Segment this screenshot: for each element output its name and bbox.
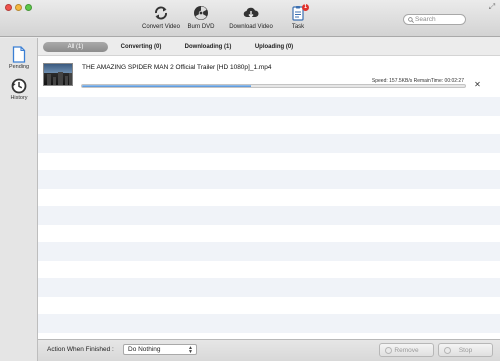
stop-button[interactable]: Stop <box>438 343 493 357</box>
search-placeholder: Search <box>415 16 436 23</box>
toolbar: ⤢ Convert Video Burn DVD Download Video … <box>0 0 500 37</box>
empty-row <box>38 314 500 333</box>
tab-converting[interactable]: Converting (0) <box>113 42 169 52</box>
task-row[interactable]: THE AMAZING SPIDER MAN 2 Official Traile… <box>38 57 500 97</box>
minimize-window-button[interactable] <box>15 4 22 11</box>
download-cloud-icon <box>243 7 259 18</box>
empty-row <box>38 116 500 135</box>
action-when-finished-label: Action When Finished : <box>47 346 114 353</box>
remove-button[interactable]: Remove <box>379 343 434 357</box>
task-list: THE AMAZING SPIDER MAN 2 Official Traile… <box>38 57 500 339</box>
zoom-window-button[interactable] <box>25 4 32 11</box>
sidebar-item-history[interactable]: History <box>0 78 38 108</box>
task-label: Task <box>291 24 305 30</box>
empty-row <box>38 188 500 207</box>
download-progress-bar <box>81 84 466 88</box>
empty-row <box>38 296 500 315</box>
fullscreen-icon[interactable]: ⤢ <box>488 3 496 11</box>
task-panel: All (1) Converting (0) Downloading (1) U… <box>38 38 500 339</box>
select-arrows-icon: ▲ ▼ <box>188 345 193 355</box>
empty-row <box>38 152 500 171</box>
empty-row <box>38 278 500 297</box>
sidebar-item-pending[interactable]: Pending <box>0 46 38 76</box>
tab-downloading[interactable]: Downloading (1) <box>178 42 238 52</box>
convert-icon <box>155 6 167 20</box>
app-window: ⤢ Convert Video Burn DVD Download Video … <box>0 0 500 361</box>
video-thumbnail <box>43 63 73 86</box>
download-progress-fill <box>82 85 251 87</box>
sidebar: Pending History <box>0 38 38 361</box>
burn-dvd-icon <box>194 6 208 20</box>
action-when-finished-select[interactable]: Do Nothing ▲ ▼ <box>123 344 197 355</box>
stop-button-label: Stop <box>458 347 473 354</box>
task-button[interactable]: 1 Task <box>268 4 328 35</box>
empty-row <box>38 170 500 189</box>
empty-row <box>38 260 500 279</box>
empty-row <box>38 206 500 225</box>
sidebar-item-label: History <box>10 95 28 101</box>
task-count-badge: 1 <box>302 4 309 11</box>
tab-all[interactable]: All (1) <box>43 42 108 52</box>
file-name: THE AMAZING SPIDER MAN 2 Official Traile… <box>82 64 272 71</box>
clock-icon <box>11 78 27 94</box>
empty-row <box>38 134 500 153</box>
empty-row <box>38 242 500 261</box>
tab-uploading[interactable]: Uploading (0) <box>248 42 300 52</box>
sidebar-item-label: Pending <box>8 64 30 70</box>
empty-row <box>38 224 500 243</box>
remove-task-close-icon[interactable]: ✕ <box>473 80 482 89</box>
document-icon <box>12 46 26 63</box>
action-when-finished-value: Do Nothing <box>128 346 161 353</box>
filter-tabs: All (1) Converting (0) Downloading (1) U… <box>38 38 500 56</box>
search-input[interactable]: Search <box>403 14 466 25</box>
empty-row <box>38 97 500 116</box>
bottom-bar: Action When Finished : Do Nothing ▲ ▼ Rem… <box>38 339 500 361</box>
remove-button-label: Remove <box>394 347 419 354</box>
close-window-button[interactable] <box>5 4 12 11</box>
search-icon <box>408 17 414 23</box>
